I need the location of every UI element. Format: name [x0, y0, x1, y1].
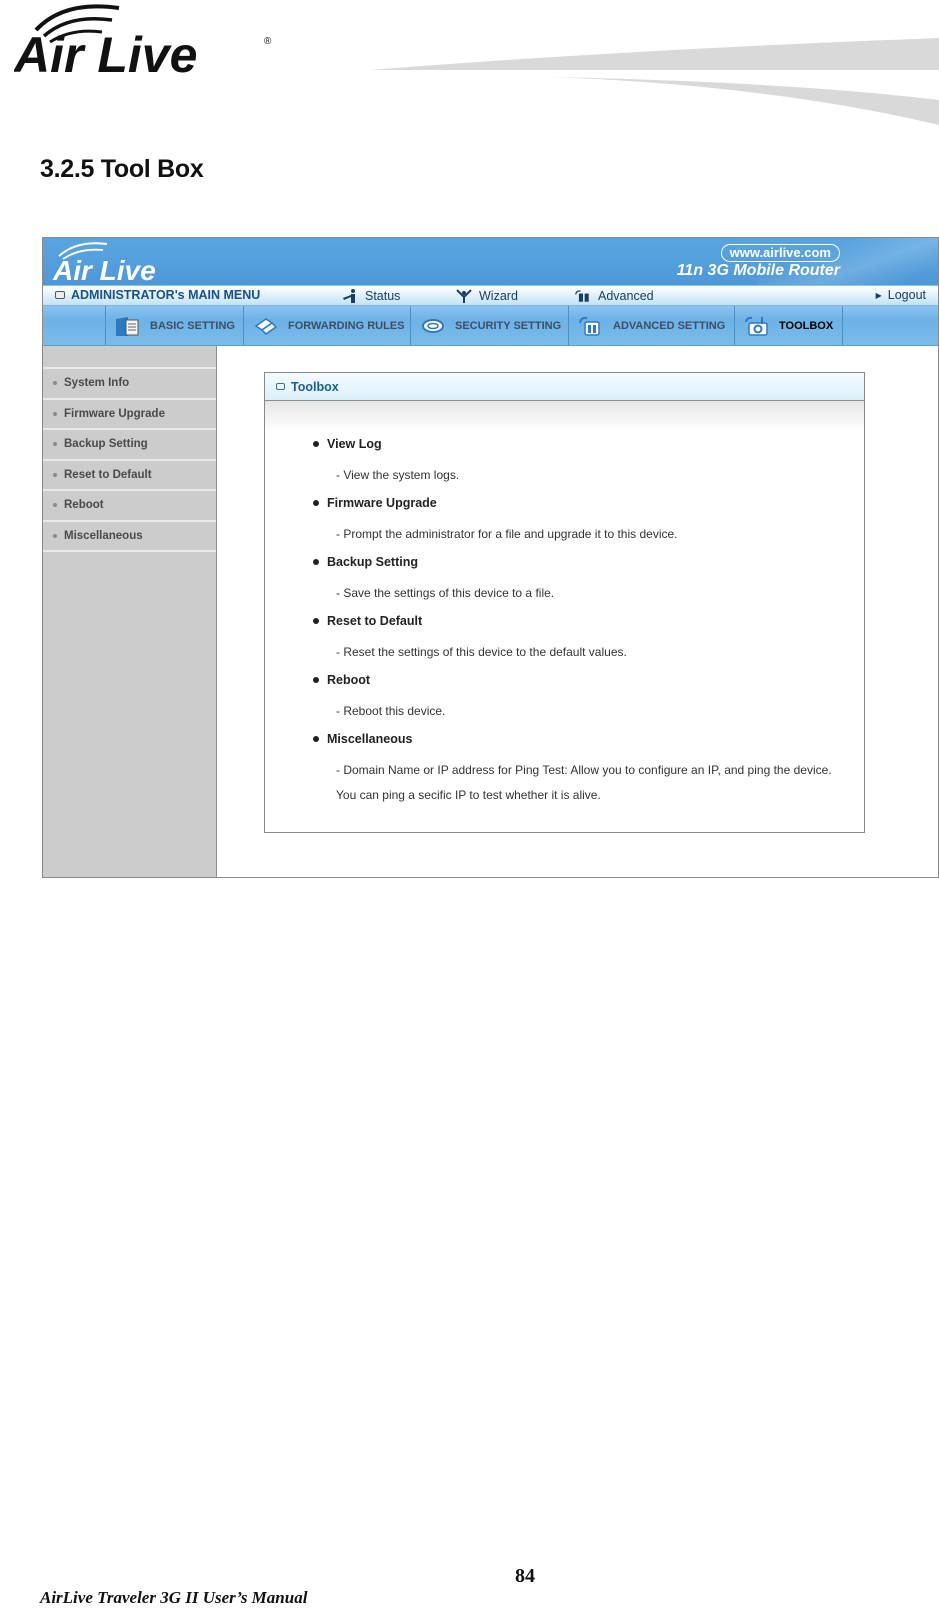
toolbox-entry: Firmware Upgrade - Prompt the administra… — [313, 490, 864, 549]
entry-description: - Reset the settings of this device to t… — [336, 645, 627, 659]
toolbox-entry: Backup Setting - Save the settings of th… — [313, 549, 864, 608]
bullet-icon — [53, 381, 57, 386]
menu-wizard-label: Wizard — [479, 289, 518, 303]
entry-description: - View the system logs. — [336, 468, 460, 482]
main-menu-title-text: ADMINISTRATOR's MAIN MENU — [71, 288, 261, 302]
sidebar-item-label: Reboot — [64, 499, 104, 512]
banner-logo-text: Air Live — [52, 255, 156, 284]
product-name: 11n 3G Mobile Router — [676, 262, 840, 279]
toolbox-gear-icon — [745, 316, 768, 336]
tab-security-setting-label: SECURITY SETTING — [455, 319, 562, 332]
menu-advanced[interactable]: Advanced — [574, 288, 654, 304]
entry-description: - Reboot this device. — [336, 704, 446, 718]
bullet-icon — [313, 618, 319, 624]
sidebar-item-backup-setting[interactable]: Backup Setting — [43, 430, 216, 461]
entry-description: - Prompt the administrator for a file an… — [336, 527, 678, 541]
bullet-icon — [53, 442, 57, 447]
manual-title: AirLive Traveler 3G II User’s Manual — [40, 1588, 308, 1607]
advanced-icon — [575, 290, 589, 302]
tab-advanced-setting[interactable]: ADVANCED SETTING — [568, 306, 734, 345]
tab-basic-setting[interactable]: BASIC SETTING — [105, 306, 243, 345]
triangle-right-icon: ▶ — [875, 290, 882, 300]
tab-toolbox-label: TOOLBOX — [779, 319, 834, 332]
tab-divider — [842, 306, 843, 345]
banner-logo: Air Live — [52, 242, 156, 284]
svg-text:®: ® — [264, 36, 272, 47]
bullet-icon — [53, 503, 57, 508]
tab-basic-setting-label: BASIC SETTING — [150, 319, 235, 332]
menu-status[interactable]: Status — [341, 288, 400, 304]
toolbox-panel: Toolbox View Log - View the system logs.… — [264, 372, 865, 833]
entry-description: - Domain Name or IP address for Ping Tes… — [336, 763, 832, 802]
toolbox-entry: Miscellaneous - Domain Name or IP addres… — [313, 726, 864, 802]
main-menu-bar: ADMINISTRATOR's MAIN MENU Status Wizard … — [43, 285, 938, 306]
toolbox-entry: Reboot - Reboot this device. — [313, 667, 864, 726]
decorative-swoosh — [370, 38, 939, 125]
sidebar-item-reboot[interactable]: Reboot — [43, 491, 216, 522]
entry-title: Firmware Upgrade — [327, 496, 437, 510]
bullet-icon — [53, 533, 57, 538]
square-bullet-icon — [276, 383, 285, 390]
page-number: 84 — [515, 1565, 535, 1587]
entry-description: - Save the settings of this device to a … — [336, 586, 555, 600]
menu-advanced-label: Advanced — [598, 289, 654, 303]
bullet-icon — [53, 472, 57, 477]
sidebar-item-label: Firmware Upgrade — [64, 407, 165, 420]
menu-wizard[interactable]: Wizard — [455, 288, 518, 304]
bullet-icon — [313, 736, 319, 742]
sidebar-item-label: Backup Setting — [64, 438, 148, 451]
bullet-icon — [53, 411, 57, 416]
toolbox-sidebar: System Info Firmware Upgrade Backup Sett… — [43, 346, 217, 877]
status-person-icon — [343, 289, 355, 303]
bullet-icon — [313, 500, 319, 506]
panel-shade — [265, 401, 864, 431]
section-title: 3.2.5 Tool Box — [40, 155, 204, 183]
tab-forwarding-rules-label: FORWARDING RULES — [288, 319, 405, 332]
airlive-logo-text: Air Live — [14, 27, 197, 80]
wizard-icon — [456, 289, 472, 303]
toolbox-entry: View Log - View the system logs. — [313, 431, 864, 490]
sidebar-header — [43, 346, 216, 369]
panel-title: Toolbox — [291, 379, 339, 394]
sidebar-item-label: Miscellaneous — [64, 529, 143, 542]
tab-forwarding-rules[interactable]: FORWARDING RULES — [243, 306, 410, 345]
bullet-icon — [313, 441, 319, 447]
main-menu-title: ADMINISTRATOR's MAIN MENU — [55, 288, 260, 302]
advanced-setting-icon — [579, 316, 600, 336]
tab-advanced-setting-label: ADVANCED SETTING — [613, 319, 726, 332]
sidebar-item-reset-to-default[interactable]: Reset to Default — [43, 461, 216, 491]
logout-link[interactable]: ▶ Logout — [876, 288, 926, 302]
forwarding-arrows-icon — [254, 317, 278, 335]
folder-document-icon — [116, 316, 139, 336]
sidebar-item-label: Reset to Default — [64, 468, 152, 481]
settings-tab-bar: BASIC SETTING FORWARDING RULES SECURITY … — [43, 306, 938, 346]
toolbox-entry: Reset to Default - Reset the settings of… — [313, 608, 864, 667]
bullet-icon — [313, 677, 319, 683]
logout-label: Logout — [887, 288, 926, 302]
airlive-logo: Air Live ® — [14, 4, 272, 80]
sidebar-item-system-info[interactable]: System Info — [43, 369, 216, 400]
banner: Air Live www.airlive.com 11n 3G Mobile R… — [43, 238, 938, 285]
panel-header: Toolbox — [265, 373, 864, 401]
router-admin-ui: Air Live www.airlive.com 11n 3G Mobile R… — [42, 237, 939, 878]
lock-icon — [422, 318, 444, 333]
sidebar-item-firmware-upgrade[interactable]: Firmware Upgrade — [43, 400, 216, 430]
menu-status-label: Status — [365, 289, 401, 303]
entry-title: Reboot — [327, 673, 371, 687]
bullet-icon — [313, 559, 319, 565]
entry-title: Backup Setting — [327, 555, 418, 569]
square-bullet-icon — [55, 291, 65, 299]
entry-title: View Log — [327, 437, 382, 451]
sidebar-item-miscellaneous[interactable]: Miscellaneous — [43, 522, 216, 552]
entry-title: Reset to Default — [327, 614, 423, 628]
entry-title: Miscellaneous — [327, 732, 413, 746]
tab-toolbox[interactable]: TOOLBOX — [734, 306, 842, 345]
website-link[interactable]: www.airlive.com — [720, 244, 840, 262]
sidebar-item-label: System Info — [64, 377, 130, 390]
tab-security-setting[interactable]: SECURITY SETTING — [410, 306, 568, 345]
